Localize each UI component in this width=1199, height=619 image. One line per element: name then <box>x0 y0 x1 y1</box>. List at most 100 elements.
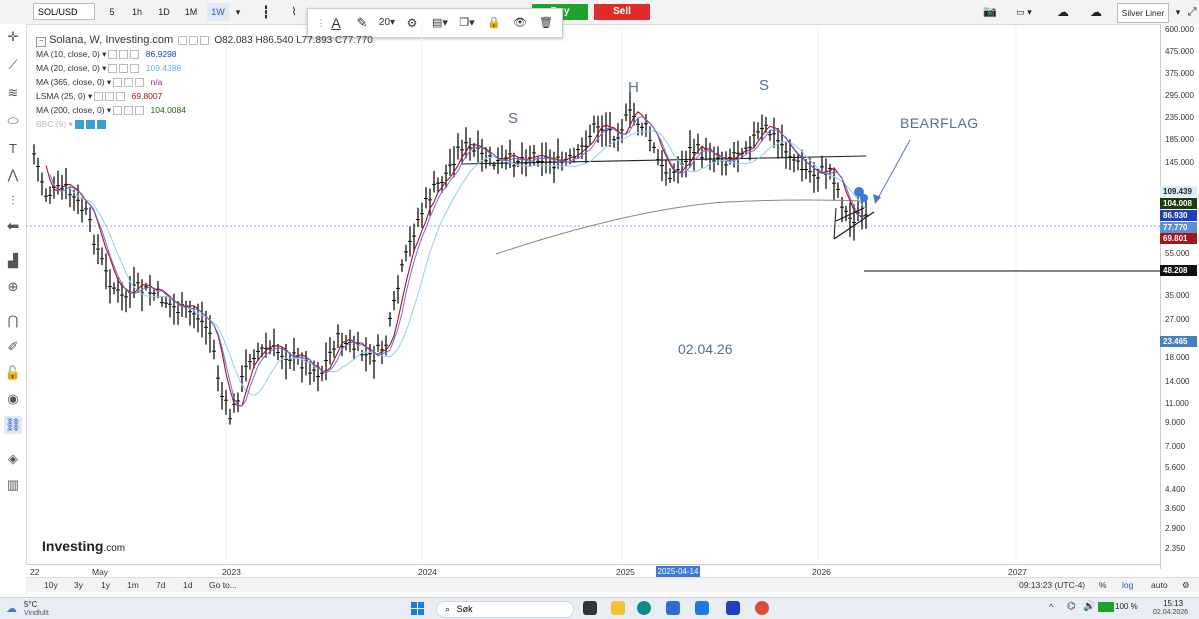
range-10y[interactable]: 10y <box>44 580 58 590</box>
weather-icon[interactable]: ☁ <box>6 602 17 615</box>
indicator-settings-icon[interactable] <box>94 92 104 102</box>
x-tick: 2023 <box>222 567 241 577</box>
theme-dropdown-icon[interactable]: ▾ <box>1172 3 1184 21</box>
y-tick: 235.000 <box>1165 112 1194 122</box>
legend-row-ma20[interactable]: MA (20, close, 0) ▾ 109.4386 <box>36 63 181 74</box>
trend-line-icon[interactable]: ⟋ <box>4 56 22 74</box>
layers-icon[interactable]: ◈ <box>4 450 22 468</box>
battery-icon[interactable] <box>1098 602 1114 612</box>
legend-row-lsma[interactable]: LSMA (25, 0) ▾ 69.8007 <box>36 91 162 102</box>
timeframe-1w[interactable]: 1W <box>207 3 229 21</box>
task-view-icon[interactable] <box>583 601 597 615</box>
indicator-close-icon[interactable] <box>116 92 126 102</box>
line-chart-icon[interactable]: ⌇ <box>286 3 302 21</box>
taskbar-date[interactable]: 02.04.2026 <box>1153 609 1188 616</box>
indicator-close-icon[interactable] <box>96 120 106 130</box>
indicator-hide-icon[interactable] <box>124 78 134 88</box>
hide-drawings-icon[interactable]: ◉ <box>4 390 22 408</box>
layout-dropdown[interactable]: ▭ ▾ <box>1012 3 1036 21</box>
measure-icon[interactable]: ▟ <box>4 252 22 270</box>
price-chart[interactable] <box>26 24 1160 564</box>
app-icon[interactable] <box>666 601 680 615</box>
legend-settings-icon[interactable] <box>178 35 188 45</box>
x-tick: 2026 <box>812 567 831 577</box>
link-icon[interactable]: ⛓ <box>4 416 22 434</box>
timeframe-1m[interactable]: 1M <box>181 3 201 21</box>
indicator-hide-icon[interactable] <box>119 50 129 60</box>
indicator-close-icon[interactable] <box>130 50 140 60</box>
windows-start-icon[interactable] <box>411 602 424 615</box>
weather-text[interactable]: Vindfullt <box>24 610 49 617</box>
cloud-save-icon[interactable]: ☁ <box>1085 3 1107 21</box>
remove-drawings-icon[interactable]: ▥ <box>4 476 22 494</box>
range-1d[interactable]: 1d <box>183 580 192 590</box>
indicator-hide-icon[interactable] <box>105 92 115 102</box>
cloud-load-icon[interactable]: ☁ <box>1052 3 1074 21</box>
fullscreen-icon[interactable]: ⤢ <box>1186 3 1198 21</box>
ohlc-close: 77.770 <box>342 35 373 46</box>
legend-row-hidden[interactable]: BBC (9) ▾ <box>36 119 106 130</box>
indicator-settings-icon[interactable] <box>113 78 123 88</box>
pattern-tool-icon[interactable]: ⋀ <box>4 166 22 184</box>
percent-toggle[interactable]: % <box>1099 580 1107 590</box>
indicator-close-icon[interactable] <box>135 78 145 88</box>
fib-tool-icon[interactable]: ≋ <box>4 84 22 102</box>
timeframe-5[interactable]: 5 <box>105 3 119 21</box>
camera-icon[interactable]: 📷 <box>982 3 998 21</box>
indicator-show-icon[interactable] <box>85 120 95 130</box>
log-toggle[interactable]: log <box>1122 580 1133 590</box>
timeframe-1d[interactable]: 1D <box>155 3 173 21</box>
legend-close-icon[interactable] <box>200 35 210 45</box>
store-icon[interactable] <box>726 601 740 615</box>
magnet-icon[interactable]: ⋂ <box>4 312 22 330</box>
edge-icon[interactable] <box>637 601 651 615</box>
network-icon[interactable]: ⌬ <box>1067 601 1076 612</box>
theme-select[interactable]: Silver Liner <box>1117 3 1169 23</box>
range-1y[interactable]: 1y <box>101 580 110 590</box>
taskbar-time[interactable]: 15:13 <box>1163 599 1183 608</box>
tray-chevron-icon[interactable]: ^ <box>1049 602 1053 612</box>
legend-row-ma365[interactable]: MA (365, close, 0) ▾ n/a <box>36 77 162 88</box>
y-tick: 35.000 <box>1165 291 1190 301</box>
file-explorer-icon[interactable] <box>611 601 625 615</box>
chrome-icon[interactable] <box>755 601 769 615</box>
time-axis[interactable]: 22 May 2023 2024 2025 2025-04-14 2026 20… <box>26 564 1160 578</box>
prediction-tool-icon[interactable]: ⫶ <box>4 192 22 210</box>
timeframe-dropdown-icon[interactable]: ▾ <box>233 3 243 21</box>
range-3y[interactable]: 3y <box>74 580 83 590</box>
stay-drawing-icon[interactable]: ✐ <box>4 338 22 356</box>
zoom-icon[interactable]: ⊕ <box>4 278 22 296</box>
range-7d[interactable]: 7d <box>156 580 165 590</box>
goto-button[interactable]: Go to... <box>209 580 237 590</box>
settings-gear-icon[interactable]: ⚙ <box>1182 580 1190 591</box>
todo-icon[interactable] <box>695 601 709 615</box>
indicator-settings-icon[interactable] <box>74 120 84 130</box>
shapes-icon[interactable]: ⬭ <box>4 112 22 130</box>
range-1m[interactable]: 1m <box>127 580 139 590</box>
sell-button[interactable]: Sell <box>594 4 650 20</box>
crosshair-icon[interactable]: ✛ <box>4 28 22 46</box>
indicator-close-icon[interactable] <box>135 106 145 116</box>
symbol-input[interactable]: SOL/USD <box>33 3 95 20</box>
indicator-settings-icon[interactable] <box>108 50 118 60</box>
back-arrow-icon[interactable]: ⬅ <box>4 218 22 236</box>
volume-icon[interactable]: 🔊 <box>1083 601 1095 612</box>
indicator-close-icon[interactable] <box>130 64 140 74</box>
indicator-hide-icon[interactable] <box>119 64 129 74</box>
weather-temp[interactable]: 5°C <box>24 600 37 609</box>
timeframe-1h[interactable]: 1h <box>128 3 146 21</box>
auto-toggle[interactable]: auto <box>1151 580 1168 590</box>
taskbar-search[interactable]: ⌕ Søk <box>436 601 574 618</box>
legend-row-ma10[interactable]: MA (10, close, 0) ▾ 86.9298 <box>36 49 177 60</box>
legend-hide-icon[interactable] <box>189 35 199 45</box>
legend-row-ma200[interactable]: MA (200, close, 0) ▾ 104.0084 <box>36 105 186 116</box>
top-toolbar: SOL/USD 5 1h 1D 1M 1W ▾ ┇ ⌇ Buy Sell 📷 ▭… <box>0 0 1199 25</box>
legend-collapse-icon[interactable]: − <box>36 37 46 47</box>
candle-type-icon[interactable]: ┇ <box>258 3 274 21</box>
lock-drawings-icon[interactable]: 🔓 <box>4 364 22 382</box>
indicator-settings-icon[interactable] <box>113 106 123 116</box>
text-tool-icon[interactable]: T <box>4 140 22 158</box>
indicator-settings-icon[interactable] <box>108 64 118 74</box>
indicator-hide-icon[interactable] <box>124 106 134 116</box>
price-axis[interactable]: 600.000 475.000 375.000 295.000 235.000 185.0… <box>1160 24 1199 569</box>
